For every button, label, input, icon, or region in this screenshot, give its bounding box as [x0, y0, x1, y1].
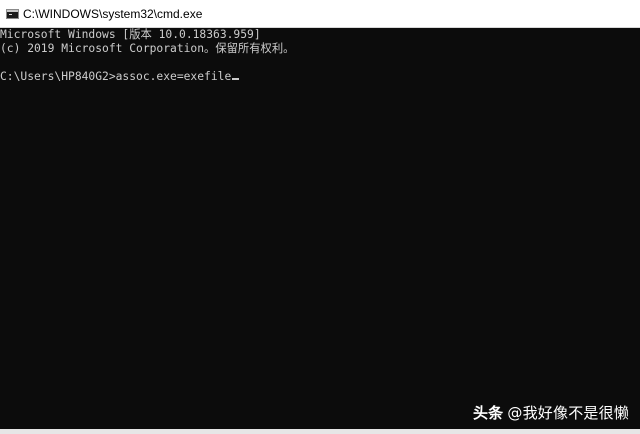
watermark: 头条 @我好像不是很懒 — [473, 402, 629, 423]
window-title: C:\WINDOWS\system32\cmd.exe — [23, 7, 203, 21]
title-bar[interactable]: C:\WINDOWS\system32\cmd.exe — [0, 0, 640, 28]
watermark-brand: 头条 — [472, 404, 504, 422]
command-line[interactable]: C:\Users\HP840G2>assoc.exe=exefile — [0, 70, 240, 84]
console-line-copyright: (c) 2019 Microsoft Corporation。保留所有权利。 — [0, 42, 295, 55]
command-prompt-text: C:\Users\HP840G2>assoc.exe=exefile — [0, 70, 232, 83]
cmd-console-icon[interactable] — [6, 9, 19, 19]
console-line-version: Microsoft Windows [版本 10.0.18363.959] — [0, 28, 261, 41]
watermark-handle: @我好像不是很懒 — [507, 404, 629, 422]
text-cursor — [232, 78, 240, 80]
console-output[interactable]: Microsoft Windows [版本 10.0.18363.959] (c… — [0, 28, 640, 429]
cmd-window: C:\WINDOWS\system32\cmd.exe Microsoft Wi… — [0, 0, 640, 434]
window-bottom-border — [0, 429, 640, 434]
